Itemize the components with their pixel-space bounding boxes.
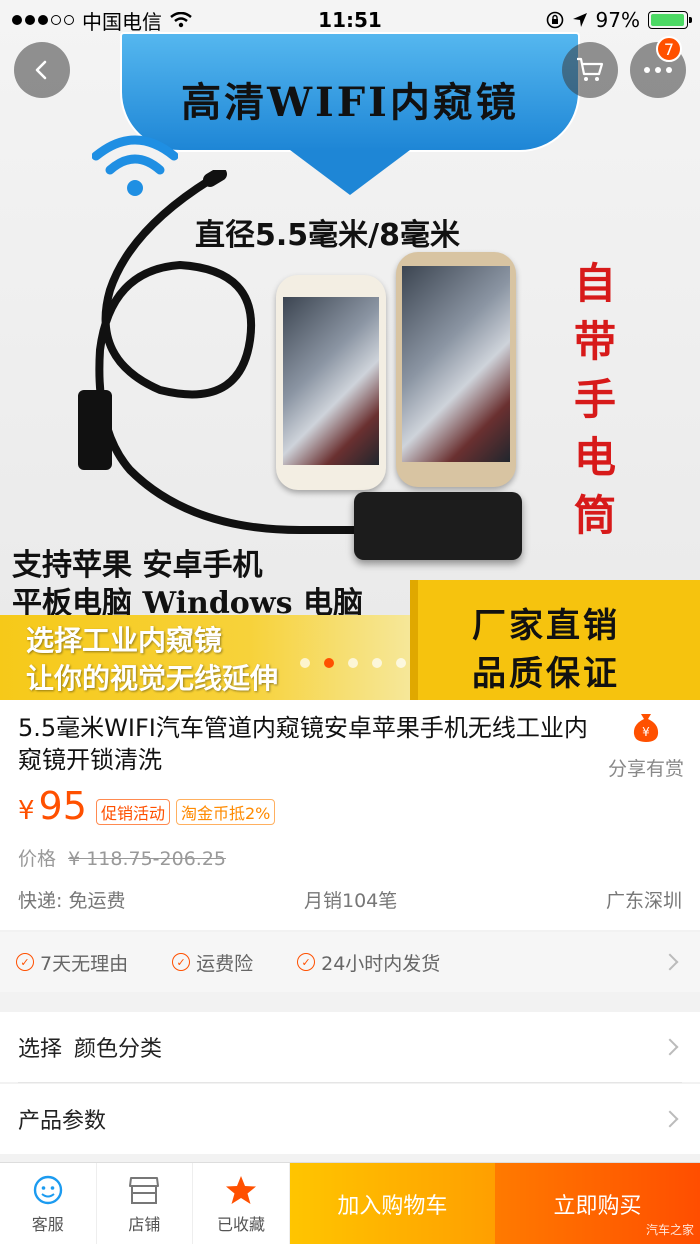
carousel-pager[interactable] xyxy=(300,658,406,668)
cart-button[interactable] xyxy=(562,42,618,98)
shop-label: 店铺 xyxy=(128,1215,161,1234)
select-value: 颜色分类 xyxy=(74,1037,163,1062)
back-button[interactable] xyxy=(14,42,70,98)
service-guarantees[interactable]: ✓ 7天无理由 ✓ 运费险 ✓ 24小时内发货 xyxy=(0,932,700,992)
promo-tag[interactable]: 促销活动 xyxy=(96,799,171,825)
cart-icon xyxy=(577,57,604,81)
star-icon xyxy=(224,1173,258,1207)
chevron-right-icon xyxy=(661,1038,679,1056)
product-params-row[interactable]: 产品参数 xyxy=(0,1084,700,1154)
customer-service-label: 客服 xyxy=(31,1215,64,1234)
wifi-box-image xyxy=(354,492,522,560)
pager-dot[interactable] xyxy=(324,658,334,668)
select-label: 选择 xyxy=(18,1037,63,1062)
check-icon: ✓ xyxy=(16,953,34,971)
wifi-status-icon xyxy=(170,12,192,28)
rotation-lock-icon xyxy=(546,11,563,29)
original-price-label: 价格 xyxy=(18,848,57,870)
pager-dot[interactable] xyxy=(372,658,382,668)
ship-location: 广东深圳 xyxy=(605,890,682,912)
divider xyxy=(18,1082,682,1083)
currency-symbol: ¥ xyxy=(18,796,35,826)
original-price: 价格 ¥ 118.75-206.25 xyxy=(18,844,226,871)
shop-icon xyxy=(127,1173,161,1207)
pager-dot[interactable] xyxy=(348,658,358,668)
select-variant-row[interactable]: 选择 颜色分类 xyxy=(0,1012,700,1082)
hero-vertical-text: 自带手电筒 xyxy=(573,259,616,540)
hero-banner-right-line-1: 厂家直销 xyxy=(472,606,620,646)
signal-dot xyxy=(38,15,48,25)
service-item: ✓ 24小时内发货 xyxy=(297,949,440,976)
hero-banner-left-line-2: 让你的视觉无线延伸 xyxy=(26,662,279,695)
iphone-image xyxy=(276,275,386,490)
location-arrow-icon xyxy=(572,13,587,27)
check-icon: ✓ xyxy=(297,953,316,971)
status-bar: 中国电信 11:51 97% xyxy=(0,0,700,40)
product-image-carousel[interactable]: 高清WIFI内窥镜 直径5.5毫米/8毫米 自带手电筒 支持苹果 安卓手机 平板… xyxy=(0,0,700,700)
favorite-label: 已收藏 xyxy=(216,1215,265,1234)
coin-tag[interactable]: 淘金币抵2% xyxy=(176,799,276,825)
service-item: ✓ 7天无理由 xyxy=(16,949,128,976)
svg-text:¥: ¥ xyxy=(642,725,650,739)
carrier-name: 中国电信 xyxy=(82,9,162,34)
chevron-left-icon xyxy=(35,60,47,80)
check-icon: ✓ xyxy=(172,953,191,971)
price-value: 95 xyxy=(38,784,87,828)
watermark: 汽车之家 xyxy=(645,1223,694,1237)
shipping-info: 快递: 免运费 xyxy=(18,890,126,912)
pager-dot[interactable] xyxy=(300,658,310,668)
product-title: 5.5毫米WIFI汽车管道内窥镜安卓苹果手机无线工业内窥镜开锁清洗 xyxy=(18,714,588,774)
signal-dot xyxy=(64,15,74,25)
shop-tab[interactable]: 店铺 xyxy=(97,1163,194,1244)
favorite-tab[interactable]: 已收藏 xyxy=(193,1163,290,1244)
service-label: 运费险 xyxy=(196,952,254,975)
android-phone-image xyxy=(396,252,516,487)
signal-dot xyxy=(25,15,35,25)
signal-dots xyxy=(12,15,74,25)
share-label: 分享有赏 xyxy=(607,758,684,780)
battery-percent: 97% xyxy=(595,8,640,32)
monthly-sales: 月销104笔 xyxy=(304,890,398,912)
service-item: ✓ 运费险 xyxy=(172,949,253,976)
params-label: 产品参数 xyxy=(18,1109,107,1134)
hero-banner-right-line-2: 品质保证 xyxy=(472,654,620,694)
battery-icon xyxy=(648,11,692,29)
original-price-value: ¥ 118.75-206.25 xyxy=(68,848,227,870)
status-time: 11:51 xyxy=(318,8,382,32)
service-label: 24小时内发货 xyxy=(321,952,441,975)
signal-dot xyxy=(51,15,61,25)
hero-banner-left-line-1: 选择工业内窥镜 xyxy=(26,624,223,657)
chevron-right-icon xyxy=(661,953,679,971)
hero-headline: 高清WIFI内窥镜 xyxy=(181,79,519,126)
more-badge: 7 xyxy=(656,36,682,62)
share-reward-button[interactable]: ¥ 分享有赏 xyxy=(600,710,692,781)
chat-face-icon xyxy=(31,1173,65,1207)
signal-dot xyxy=(12,15,22,25)
customer-service-tab[interactable]: 客服 xyxy=(0,1163,97,1244)
pager-dot[interactable] xyxy=(396,658,406,668)
add-to-cart-button[interactable]: 加入购物车 xyxy=(289,1163,495,1244)
service-label: 7天无理由 xyxy=(40,952,129,975)
price: ¥ 95 xyxy=(18,784,87,828)
money-bag-icon: ¥ xyxy=(633,714,659,742)
chevron-right-icon xyxy=(661,1110,679,1128)
bottom-action-bar: 客服 店铺 已收藏 加入购物车 立即购买 xyxy=(0,1162,700,1244)
banner-edge xyxy=(410,580,418,700)
more-dots-icon xyxy=(644,67,672,73)
